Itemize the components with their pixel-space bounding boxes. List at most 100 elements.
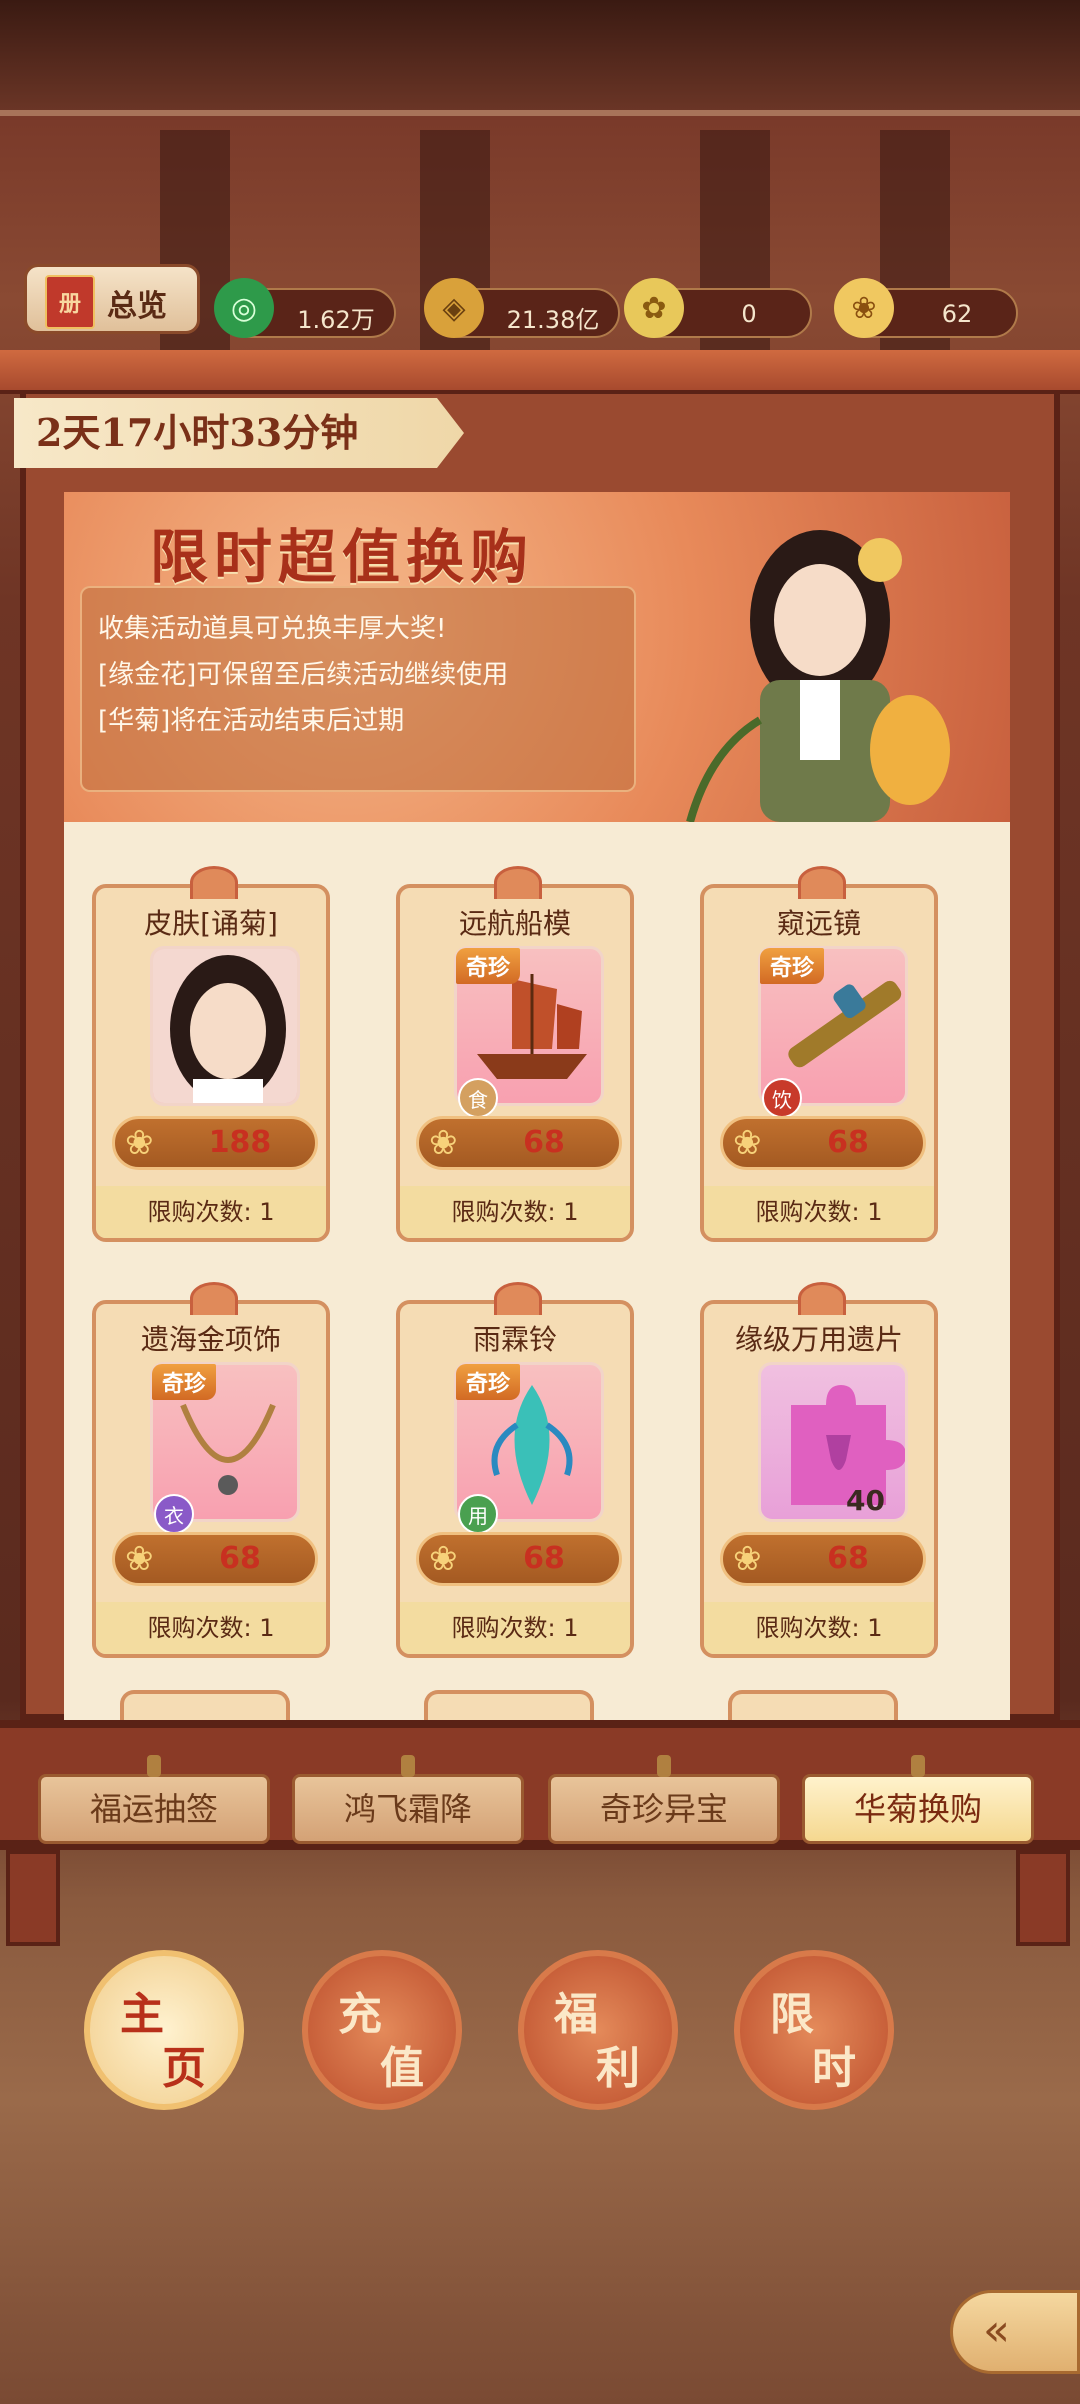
character-portrait xyxy=(686,530,950,822)
banner-line: [华菊]将在活动结束后过期 xyxy=(98,706,405,736)
type-badge: 衣 xyxy=(154,1494,194,1534)
item-image-puzzle-shard xyxy=(758,1362,908,1522)
shop-item-card[interactable]: 窥远镜 奇珍 饮 ❀ 68 限购次数: 1 xyxy=(700,866,938,1242)
banner-description: 收集活动道具可兑换丰厚大奖! [缘金花]可保留至后续活动继续使用 [华菊]将在活… xyxy=(80,586,636,792)
tab-frost-descent[interactable]: 鸿飞霜降 xyxy=(292,1755,524,1844)
price-value: 68 xyxy=(827,1541,869,1576)
gold-coin-icon: ◈ xyxy=(424,278,484,338)
nav-welfare[interactable]: 福 利 xyxy=(518,1950,678,2110)
nav-char: 页 xyxy=(162,2043,206,2094)
countdown-timer: 2天17小时33分钟 xyxy=(14,398,464,468)
chrysanthemum-icon: ❀ xyxy=(733,1539,762,1579)
shelf-leg xyxy=(1016,1850,1070,1946)
chrysanthemum-icon: ❀ xyxy=(429,1539,458,1579)
price-button[interactable]: ❀ 68 xyxy=(416,1116,622,1170)
pin-icon xyxy=(147,1755,161,1777)
overview-button[interactable]: 册 总览 xyxy=(24,264,200,334)
resource-value: 1.62万 xyxy=(297,306,375,334)
purchase-limit: 限购次数: 1 xyxy=(704,1186,934,1238)
chrysanthemum-icon: ❀ xyxy=(834,278,894,338)
shop-item-card[interactable]: 缘级万用遗片 40 ❀ 68 限购次数: 1 xyxy=(700,1282,938,1658)
rarity-tag: 奇珍 xyxy=(456,948,521,984)
item-name: 雨霖铃 xyxy=(472,1323,557,1356)
price-value: 68 xyxy=(827,1125,869,1160)
nav-char: 主 xyxy=(120,1989,164,2040)
rarity-tag: 奇珍 xyxy=(456,1364,521,1400)
knot-ornament xyxy=(494,1282,542,1315)
knot-ornament xyxy=(190,1282,238,1315)
price-button[interactable]: ❀ 68 xyxy=(416,1532,622,1586)
price-value: 68 xyxy=(523,1541,565,1576)
shop-item-card[interactable]: 遗海金项饰 奇珍 衣 ❀ 68 限购次数: 1 xyxy=(92,1282,330,1658)
banner-line: [缘金花]可保留至后续活动继续使用 xyxy=(98,660,509,690)
rarity-tag: 奇珍 xyxy=(152,1364,217,1400)
knot-ornament xyxy=(798,1282,846,1315)
item-name: 远航船模 xyxy=(458,907,571,940)
knot-ornament xyxy=(494,866,542,899)
tab-rare-treasures[interactable]: 奇珍异宝 xyxy=(548,1755,780,1844)
price-button[interactable]: ❀ 68 xyxy=(112,1532,318,1586)
resource-chrysanthemum[interactable]: ❀ 62 xyxy=(834,278,1018,338)
tab-fortune-draw[interactable]: 福运抽签 xyxy=(38,1755,270,1844)
type-badge: 用 xyxy=(458,1494,498,1534)
tab-chrysanthemum-exchange[interactable]: 华菊换购 xyxy=(802,1755,1034,1844)
back-arrow-icon: « xyxy=(983,2305,1010,2356)
banner-title: 限时超值换购 xyxy=(150,523,535,591)
chrysanthemum-icon: ❀ xyxy=(125,1123,154,1163)
book-icon: 册 xyxy=(45,275,95,329)
item-name: 遗海金项饰 xyxy=(140,1323,281,1356)
nav-char: 限 xyxy=(770,1989,814,2040)
type-badge: 食 xyxy=(458,1078,498,1118)
nav-char: 值 xyxy=(380,2043,424,2094)
nav-limited[interactable]: 限 时 xyxy=(734,1950,894,2110)
shop-item-card[interactable]: 雨霖铃 奇珍 用 ❀ 68 限购次数: 1 xyxy=(396,1282,634,1658)
nav-char: 利 xyxy=(596,2043,640,2094)
price-value: 68 xyxy=(523,1125,565,1160)
shelf-leg xyxy=(6,1850,60,1946)
tab-label: 鸿飞霜降 xyxy=(343,1790,472,1828)
frame-roof xyxy=(0,350,1080,394)
chrysanthemum-icon: ❀ xyxy=(429,1123,458,1163)
resource-gold-coins[interactable]: ◈ 21.38亿 xyxy=(424,278,620,338)
pin-icon xyxy=(401,1755,415,1777)
tab-label: 华菊换购 xyxy=(853,1790,982,1828)
price-button[interactable]: ❀ 188 xyxy=(112,1116,318,1170)
price-button[interactable]: ❀ 68 xyxy=(720,1532,926,1586)
rarity-tag: 奇珍 xyxy=(760,948,825,984)
tab-label: 福运抽签 xyxy=(89,1790,218,1828)
overview-label: 总览 xyxy=(107,289,167,324)
golden-flower-icon: ✿ xyxy=(624,278,684,338)
purchase-limit: 限购次数: 1 xyxy=(96,1602,326,1654)
item-image-skin xyxy=(150,946,300,1106)
item-name: 皮肤[诵菊] xyxy=(144,907,278,940)
purchase-limit: 限购次数: 1 xyxy=(400,1602,630,1654)
nav-recharge[interactable]: 充 值 xyxy=(302,1950,462,2110)
top-decor xyxy=(0,0,1080,116)
nav-char: 充 xyxy=(338,1989,382,2040)
back-button[interactable]: « xyxy=(950,2290,1080,2374)
price-button[interactable]: ❀ 68 xyxy=(720,1116,926,1170)
shop-item-card[interactable]: 远航船模 奇珍 食 ❀ 68 限购次数: 1 xyxy=(396,866,634,1242)
jade-coin-icon: ◎ xyxy=(214,278,274,338)
type-badge: 饮 xyxy=(762,1078,802,1118)
purchase-limit: 限购次数: 1 xyxy=(704,1602,934,1654)
purchase-limit: 限购次数: 1 xyxy=(400,1186,630,1238)
resource-jade-coins[interactable]: ◎ 1.62万 xyxy=(214,278,396,338)
resource-value: 21.38亿 xyxy=(506,306,600,334)
price-value: 188 xyxy=(208,1125,272,1160)
shop-item-card[interactable]: 皮肤[诵菊] ❀ 188 限购次数: 1 xyxy=(92,866,330,1242)
resource-value: 62 xyxy=(941,300,973,328)
resource-value: 0 xyxy=(741,300,757,328)
resource-golden-flower[interactable]: ✿ 0 xyxy=(624,278,812,338)
purchase-limit: 限购次数: 1 xyxy=(96,1186,326,1238)
banner-line: 收集活动道具可兑换丰厚大奖! xyxy=(98,614,447,644)
chrysanthemum-icon: ❀ xyxy=(733,1123,762,1163)
nav-home[interactable]: 主 页 xyxy=(84,1950,244,2110)
item-count: 40 xyxy=(846,1484,885,1517)
knot-ornament xyxy=(190,866,238,899)
nav-char: 时 xyxy=(812,2043,856,2094)
knot-ornament xyxy=(798,866,846,899)
price-value: 68 xyxy=(219,1541,261,1576)
nav-char: 福 xyxy=(554,1989,598,2040)
item-name: 缘级万用遗片 xyxy=(734,1323,903,1356)
